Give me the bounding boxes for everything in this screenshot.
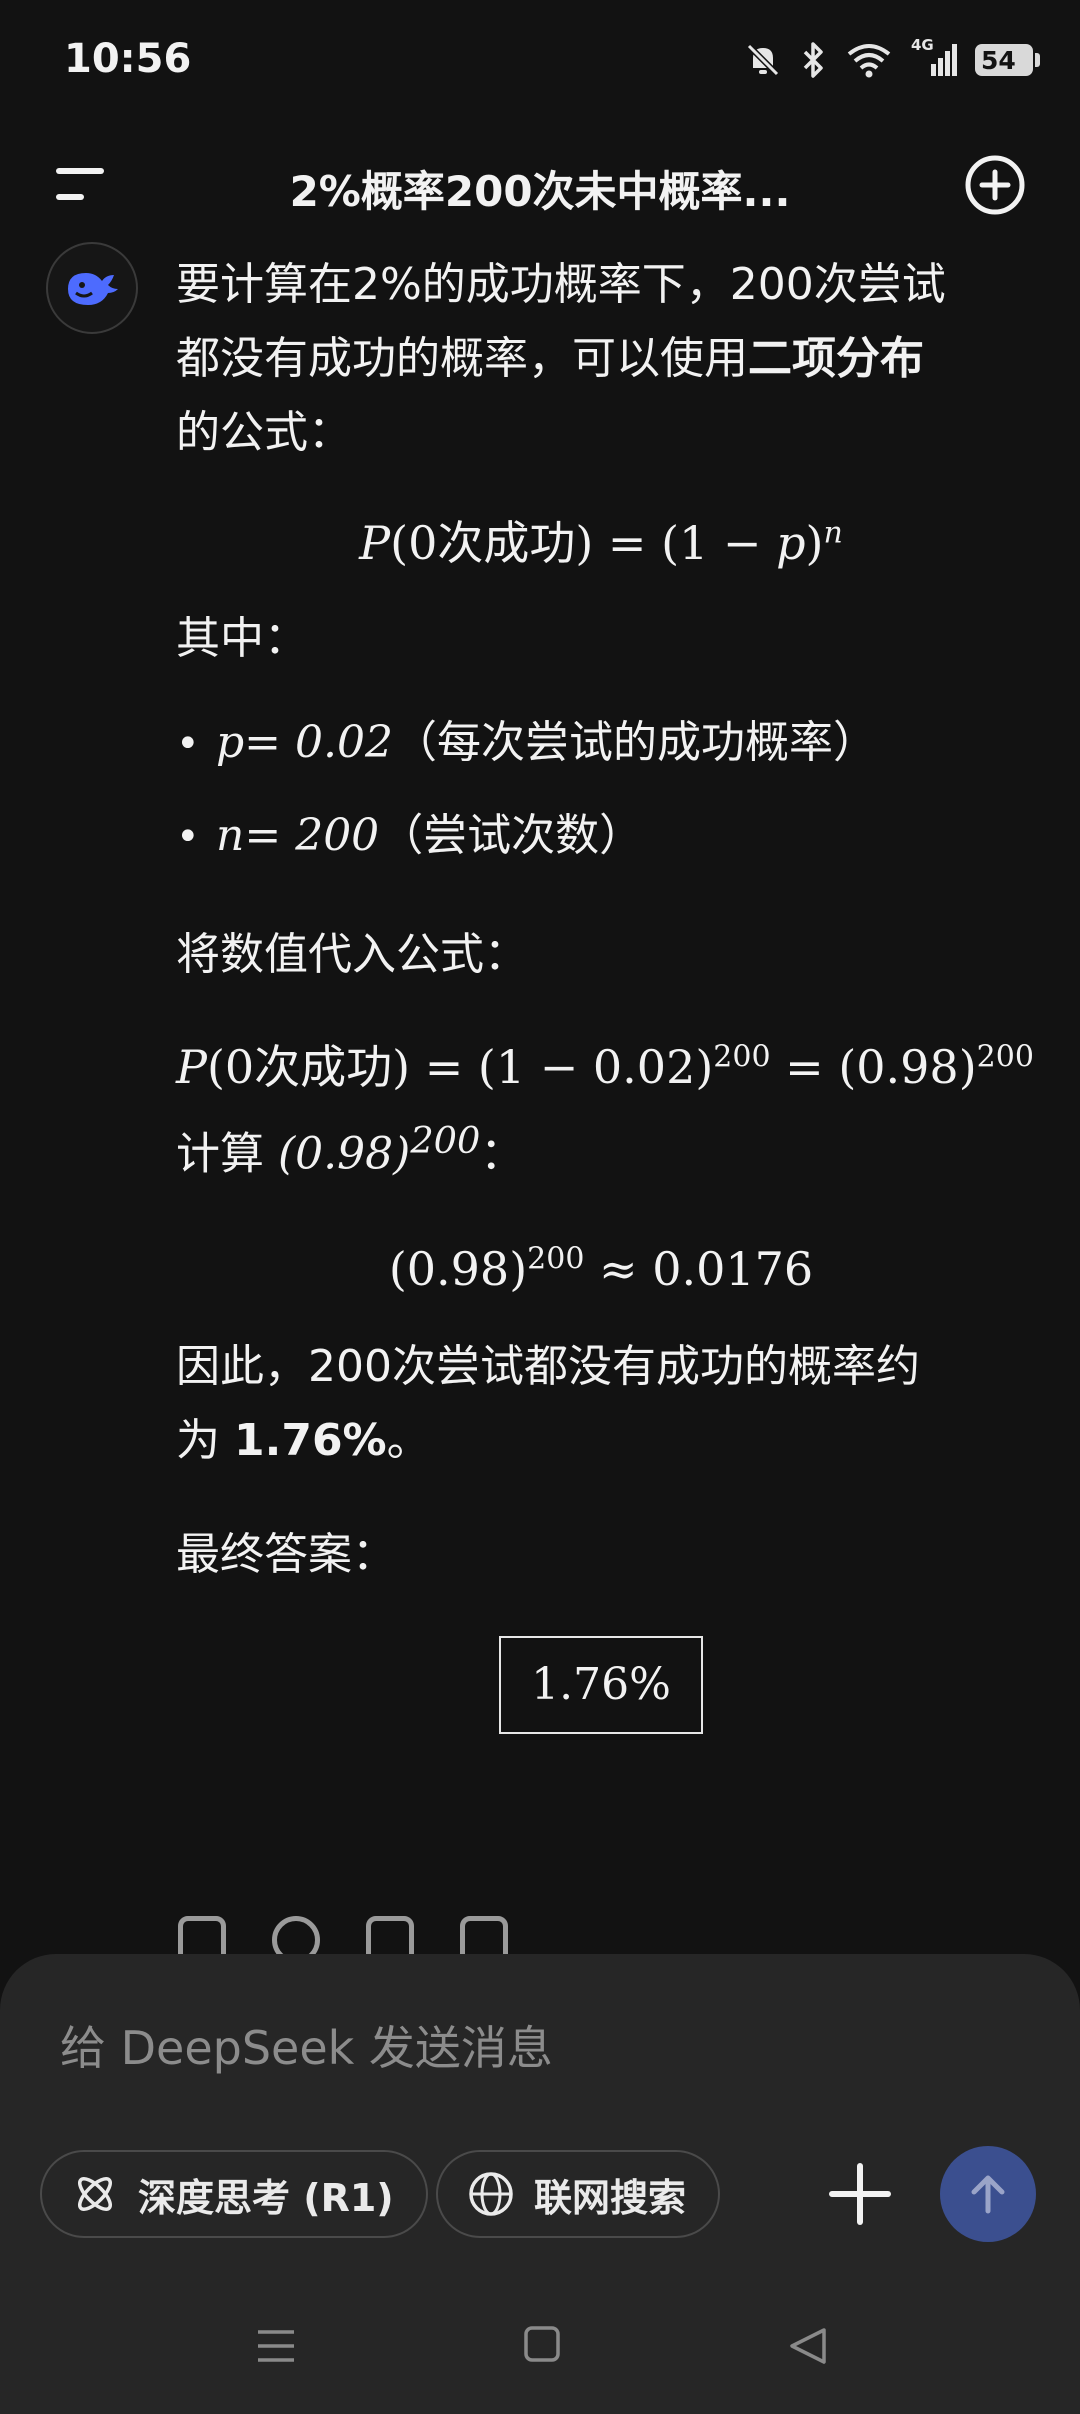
intro-line3: 的公式：	[176, 407, 352, 458]
web-search-label: 联网搜索	[534, 2175, 687, 2220]
arrow-up-icon	[971, 2175, 1005, 2214]
bluetooth-icon	[803, 42, 823, 78]
intro-paragraph: 要计算在2%的成功概率下，200次尝试 都没有成功的概率，可以使用二项分布 的公…	[176, 248, 1026, 470]
final-label: 最终答案：	[176, 1528, 396, 1580]
conclusion-bold: 1.76%	[234, 1414, 387, 1466]
conclusion-paragraph: 因此，200次尝试都没有成功的概率约 为 1.76%。	[176, 1340, 920, 1466]
where-label: 其中：	[176, 613, 308, 664]
compute-line: 计算 (0.98)200：	[176, 1119, 525, 1180]
bullet-list: • p = 0.02 （每次尝试的成功概率） • n = 200 （尝试次数）	[176, 706, 1026, 874]
formula-substituted: P(0次成功) = (1 − 0.02)200 = (0.98)200	[176, 1039, 1034, 1094]
system-nav-bar	[0, 2290, 1080, 2414]
battery-icon: 54	[975, 44, 1040, 76]
attach-plus-icon[interactable]	[820, 2154, 900, 2234]
final-answer-wrap: 1.76%	[176, 1635, 1026, 1734]
web-search-button[interactable]: 联网搜索	[436, 2150, 721, 2238]
mute-bell-icon	[746, 43, 780, 77]
status-icons: 4G 54	[743, 36, 1040, 80]
battery-level: 54	[975, 44, 1033, 76]
status-bar: 10:56 4G 54	[0, 0, 1080, 130]
formula-approx: (0.98)200 ≈ 0.0176	[388, 1241, 814, 1296]
chat-title[interactable]: 2%概率200次未中概率...	[180, 158, 900, 219]
final-answer-box: 1.76%	[499, 1635, 703, 1734]
status-time: 10:56	[64, 36, 192, 82]
atom-icon	[78, 2177, 112, 2211]
formula-general: P(0次成功) = (1 − p)n	[359, 515, 843, 570]
recents-icon[interactable]	[254, 2324, 298, 2368]
intro-line1: 要计算在2%的成功概率下，200次尝试	[176, 259, 946, 310]
back-icon[interactable]	[786, 2324, 830, 2368]
deep-think-button[interactable]: 深度思考 (R1)	[40, 2150, 428, 2238]
home-icon[interactable]	[522, 2324, 562, 2364]
intro-line2: 都没有成功的概率，可以使用	[176, 333, 748, 384]
globe-icon	[469, 2172, 513, 2216]
assistant-message: 要计算在2%的成功概率下，200次尝试 都没有成功的概率，可以使用二项分布 的公…	[176, 248, 1034, 1734]
list-item: • p = 0.02 （每次尝试的成功概率）	[176, 717, 877, 768]
signal-icon: 4G	[911, 36, 957, 80]
list-item: • n = 200 （尝试次数）	[176, 810, 644, 861]
menu-icon[interactable]	[52, 162, 108, 210]
deepseek-whale-icon	[68, 273, 118, 305]
send-button[interactable]	[940, 2146, 1036, 2242]
intro-bold: 二项分布	[748, 333, 924, 384]
assistant-avatar	[46, 242, 138, 334]
message-input[interactable]: 给 DeepSeek 发送消息	[60, 2012, 553, 2078]
new-chat-icon[interactable]	[962, 152, 1028, 218]
deep-think-label: 深度思考 (R1)	[138, 2175, 394, 2220]
top-bar: 2%概率200次未中概率...	[0, 140, 1080, 230]
wifi-icon	[847, 44, 891, 78]
substitute-label: 将数值代入公式：	[176, 929, 528, 980]
